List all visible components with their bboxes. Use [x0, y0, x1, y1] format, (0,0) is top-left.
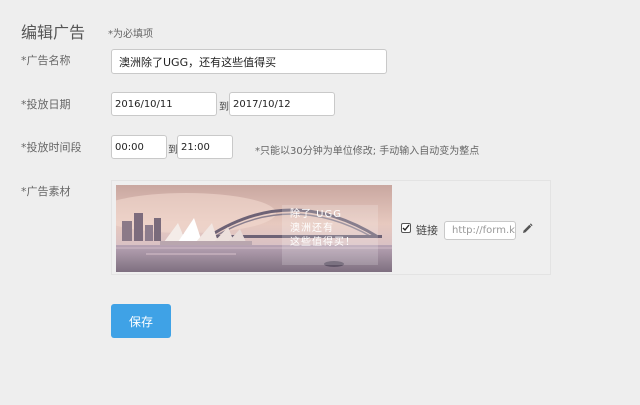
ad-name-label: *广告名称 — [21, 54, 71, 67]
banner-line-3: 这些值得买！ — [290, 237, 356, 248]
banner-line-1: 除了 UGG — [290, 209, 342, 220]
date-label: *投放日期 — [21, 98, 71, 111]
link-url-placeholder: http://form.ki — [452, 225, 516, 236]
time-hint: *只能以30分钟为单位修改; 手动输入自动变为整点 — [255, 146, 480, 157]
link-url-input[interactable]: http://form.ki — [444, 221, 516, 240]
link-label: 链接 — [416, 224, 438, 237]
end-time-value: 21:00 — [181, 141, 210, 153]
start-time-value: 00:00 — [115, 141, 144, 153]
ad-banner-image[interactable]: 除了 UGG 澳洲还有 这些值得买！ — [116, 185, 392, 272]
end-date-value: 2017/10/12 — [233, 98, 291, 110]
date-separator: 到 — [219, 102, 229, 113]
start-time-input[interactable]: 00:00 — [111, 135, 167, 159]
save-button[interactable]: 保存 — [111, 304, 171, 338]
material-label: *广告素材 — [21, 185, 71, 198]
end-date-input[interactable]: 2017/10/12 — [229, 92, 335, 116]
ad-name-value: 澳洲除了UGG，还有这些值得买 — [119, 55, 277, 69]
required-note: *为必填项 — [108, 29, 153, 40]
end-time-input[interactable]: 21:00 — [177, 135, 233, 159]
time-label: *投放时间段 — [21, 141, 82, 154]
start-date-value: 2016/10/11 — [115, 98, 173, 110]
check-icon — [402, 224, 410, 232]
ad-name-input[interactable]: 澳洲除了UGG，还有这些值得买 — [111, 49, 387, 74]
link-checkbox[interactable] — [401, 223, 411, 233]
pencil-icon[interactable] — [521, 220, 533, 233]
banner-line-2: 澳洲还有 — [290, 223, 334, 234]
banner-text-overlay: 除了 UGG 澳洲还有 这些值得买！ — [282, 205, 378, 265]
start-date-input[interactable]: 2016/10/11 — [111, 92, 217, 116]
page-title: 编辑广告 — [21, 23, 86, 42]
